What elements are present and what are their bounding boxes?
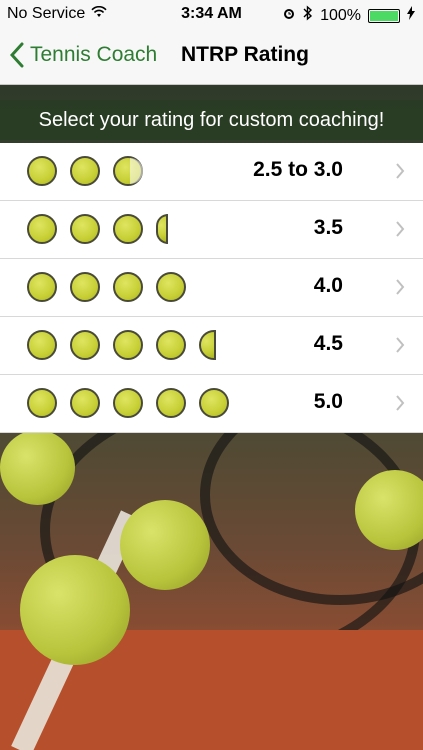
rating-row-3-5[interactable]: 3.5 bbox=[0, 201, 423, 259]
rating-row-2-5[interactable]: 2.5 to 3.0 bbox=[0, 143, 423, 201]
rating-row-4-0[interactable]: 4.0 bbox=[0, 259, 423, 317]
chevron-left-icon bbox=[10, 42, 24, 68]
ball-rating bbox=[27, 388, 229, 418]
tennis-ball-icon bbox=[70, 330, 100, 360]
chevron-right-icon bbox=[396, 279, 405, 295]
bluetooth-icon bbox=[303, 5, 313, 26]
navigation-bar: Tennis Coach NTRP Rating bbox=[0, 28, 423, 85]
tennis-ball-icon bbox=[113, 330, 143, 360]
rating-label: 2.5 to 3.0 bbox=[253, 158, 343, 181]
tennis-ball-icon bbox=[156, 330, 186, 360]
rating-label: 4.0 bbox=[313, 274, 343, 297]
tennis-ball-icon bbox=[199, 388, 229, 418]
tennis-ball-icon bbox=[70, 388, 100, 418]
rating-label: 4.5 bbox=[313, 332, 343, 355]
rating-row-4-5[interactable]: 4.5 bbox=[0, 317, 423, 375]
chevron-right-icon bbox=[396, 337, 405, 353]
rating-label: 3.5 bbox=[313, 216, 343, 239]
tennis-ball-icon bbox=[27, 156, 57, 186]
battery-percent: 100% bbox=[320, 6, 361, 24]
tennis-ball-icon bbox=[27, 330, 57, 360]
instruction-banner: Select your rating for custom coaching! bbox=[0, 100, 423, 140]
back-button[interactable]: Tennis Coach bbox=[10, 42, 157, 68]
back-label: Tennis Coach bbox=[30, 43, 158, 66]
tennis-ball-icon bbox=[156, 272, 186, 302]
ball-rating bbox=[27, 330, 216, 360]
tennis-ball-icon bbox=[27, 388, 57, 418]
chevron-right-icon bbox=[396, 395, 405, 411]
chevron-right-icon bbox=[396, 221, 405, 237]
ball-rating bbox=[27, 272, 186, 302]
tennis-ball-icon bbox=[156, 214, 168, 244]
alarm-icon bbox=[282, 6, 296, 25]
tennis-ball-icon bbox=[113, 272, 143, 302]
tennis-ball-icon bbox=[156, 388, 186, 418]
tennis-ball-icon bbox=[70, 156, 100, 186]
tennis-ball-icon bbox=[70, 214, 100, 244]
rating-label: 5.0 bbox=[313, 390, 343, 413]
tennis-ball-icon bbox=[70, 272, 100, 302]
ball-rating bbox=[27, 214, 168, 244]
battery-icon bbox=[368, 8, 400, 23]
ball-rating bbox=[27, 156, 143, 186]
tennis-ball-icon bbox=[27, 214, 57, 244]
page-title: NTRP Rating bbox=[181, 43, 309, 66]
charging-icon bbox=[407, 6, 415, 25]
tennis-ball-icon bbox=[113, 156, 143, 186]
tennis-ball-icon bbox=[113, 214, 143, 244]
rating-row-5-0[interactable]: 5.0 bbox=[0, 375, 423, 433]
chevron-right-icon bbox=[396, 163, 405, 179]
tennis-ball-icon bbox=[27, 272, 57, 302]
status-bar: No Service 3:34 AM 100% bbox=[0, 0, 423, 28]
rating-list: 2.5 to 3.0 3.5 4.0 4.5 5.0 bbox=[0, 143, 423, 433]
tennis-ball-icon bbox=[113, 388, 143, 418]
tennis-ball-icon bbox=[199, 330, 216, 360]
